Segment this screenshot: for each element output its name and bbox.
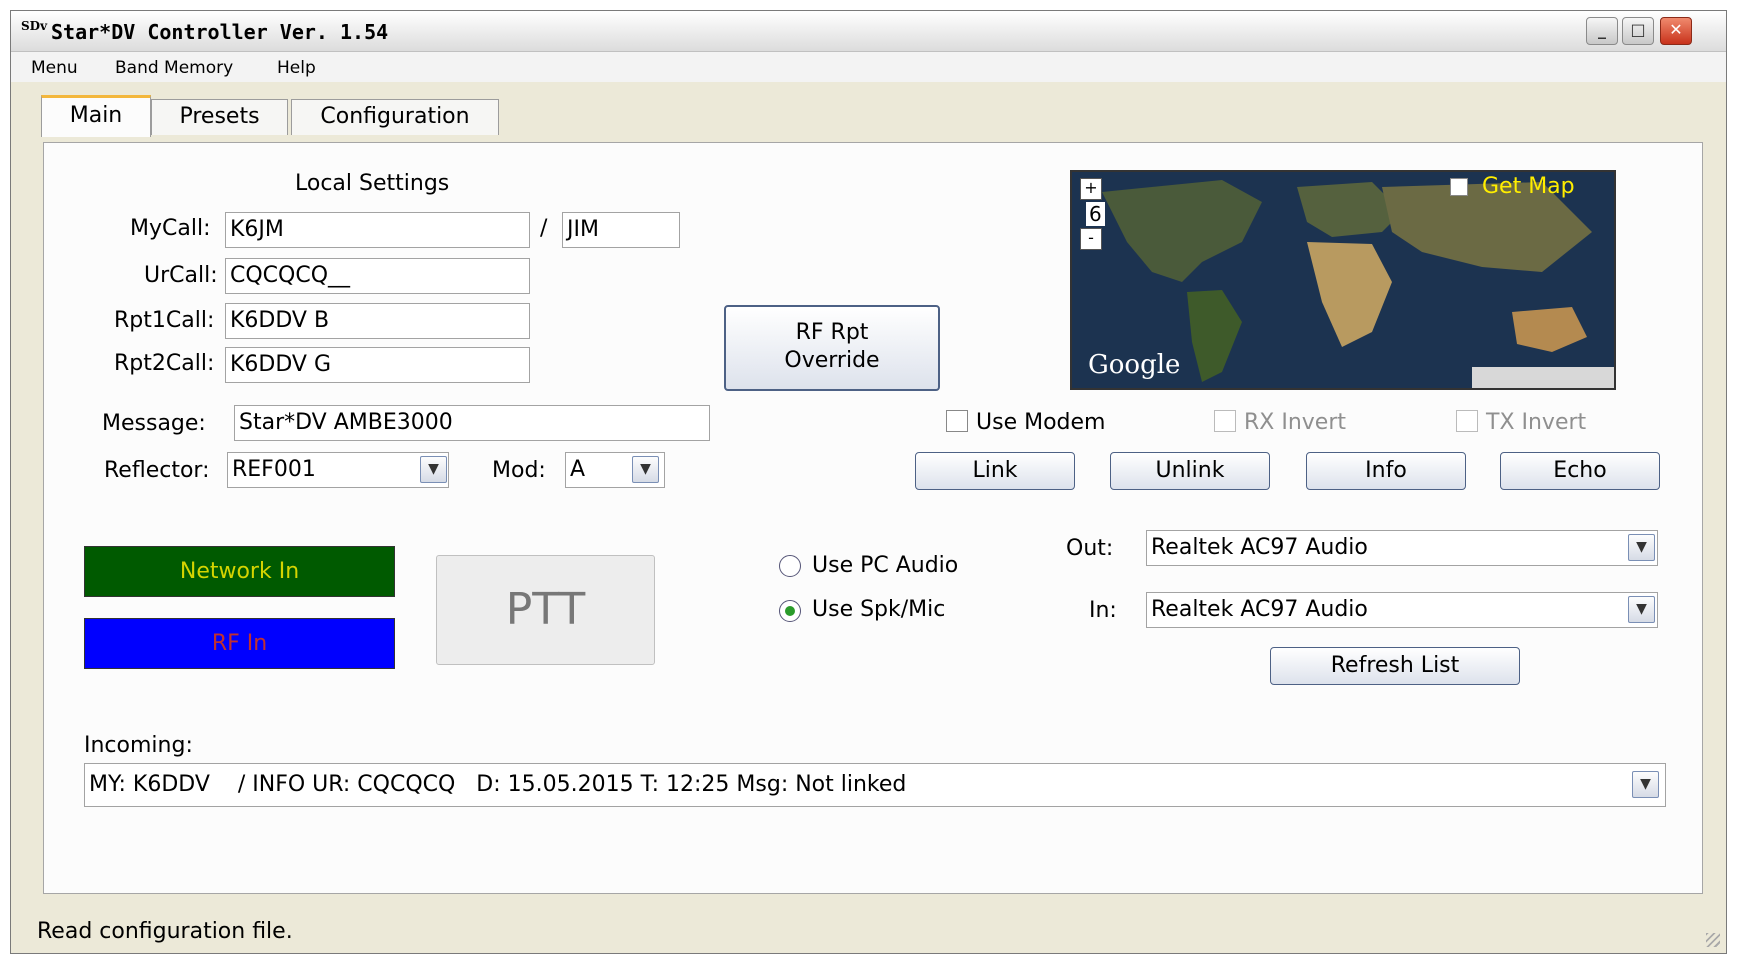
local-settings-heading: Local Settings [295, 171, 450, 196]
rf-rpt-override-line1: RF Rpt [795, 320, 869, 345]
mycall-label: MyCall: [130, 216, 211, 241]
message-input[interactable]: Star*DV AMBE3000 [234, 405, 710, 441]
rf-rpt-override-button[interactable]: RF Rpt Override [724, 305, 940, 391]
main-panel: Local Settings MyCall: K6JM / JIM UrCall… [43, 142, 1703, 894]
close-button[interactable]: ✕ [1660, 17, 1692, 45]
incoming-dropdown-icon[interactable]: ▼ [1632, 771, 1659, 798]
get-map-checkbox[interactable] [1450, 178, 1468, 196]
get-map-label: Get Map [1482, 174, 1575, 199]
mod-label: Mod: [492, 458, 546, 483]
zoom-out-button[interactable]: - [1080, 228, 1102, 250]
maximize-button[interactable]: □ [1622, 17, 1654, 45]
minimize-icon: _ [1598, 20, 1606, 39]
maximize-icon: □ [1630, 20, 1646, 39]
window-title: Star*DV Controller Ver. 1.54 [51, 20, 389, 44]
mycall-slash: / [540, 216, 548, 241]
menu-bar: Menu Band Memory Help [11, 52, 1726, 82]
use-modem-checkbox[interactable] [946, 410, 968, 432]
zoom-level: 6 [1086, 202, 1105, 226]
rpt2call-label: Rpt2Call: [114, 351, 215, 376]
app-window: SDv Star*DV Controller Ver. 1.54 _ □ ✕ M… [10, 10, 1727, 954]
audio-out-dropdown-icon[interactable]: ▼ [1628, 534, 1655, 561]
minimize-button[interactable]: _ [1586, 17, 1618, 45]
audio-in-select[interactable]: Realtek AC97 Audio [1146, 592, 1658, 628]
map-attribution-strip [1472, 367, 1614, 388]
audio-out-label: Out: [1066, 536, 1114, 561]
rx-invert-checkbox[interactable] [1214, 410, 1236, 432]
use-pc-audio-radio[interactable] [779, 555, 801, 577]
status-bar-text: Read configuration file. [37, 919, 293, 944]
info-button[interactable]: Info [1306, 452, 1466, 490]
urcall-input[interactable]: CQCQCQ__ [225, 258, 530, 294]
radio-selected-dot [785, 606, 795, 616]
menu-band-memory[interactable]: Band Memory [115, 58, 233, 78]
reflector-label: Reflector: [104, 458, 210, 483]
use-modem-label: Use Modem [976, 410, 1106, 435]
echo-button[interactable]: Echo [1500, 452, 1660, 490]
rpt2call-input[interactable]: K6DDV G [225, 347, 530, 383]
rpt1call-input[interactable]: K6DDV B [225, 303, 530, 339]
google-logo: Google [1088, 350, 1181, 380]
app-icon: SDv [21, 19, 48, 33]
ptt-button[interactable]: PTT [436, 555, 655, 665]
unlink-button[interactable]: Unlink [1110, 452, 1270, 490]
resize-grip-icon[interactable] [1706, 933, 1720, 947]
mycall-input[interactable]: K6JM [225, 212, 530, 248]
rf-rpt-override-line2: Override [784, 348, 880, 373]
message-label: Message: [102, 411, 206, 436]
link-button[interactable]: Link [915, 452, 1075, 490]
tx-invert-checkbox[interactable] [1456, 410, 1478, 432]
reflector-select[interactable]: REF001 [227, 452, 449, 488]
tab-configuration[interactable]: Configuration [291, 99, 499, 135]
audio-in-label: In: [1089, 598, 1117, 623]
title-bar[interactable]: SDv Star*DV Controller Ver. 1.54 _ □ ✕ [11, 11, 1726, 52]
reflector-dropdown-icon[interactable]: ▼ [420, 456, 447, 483]
rf-in-indicator: RF In [84, 618, 395, 669]
rpt1call-label: Rpt1Call: [114, 308, 215, 333]
use-spk-mic-label: Use Spk/Mic [812, 597, 946, 622]
urcall-label: UrCall: [144, 263, 218, 288]
tab-presets[interactable]: Presets [151, 99, 288, 135]
rx-invert-label: RX Invert [1244, 410, 1347, 435]
audio-out-select[interactable]: Realtek AC97 Audio [1146, 530, 1658, 566]
mycall-suffix-input[interactable]: JIM [562, 212, 680, 248]
use-pc-audio-label: Use PC Audio [812, 553, 959, 578]
use-spk-mic-radio[interactable] [779, 600, 801, 622]
tab-main[interactable]: Main [41, 95, 151, 137]
menu-menu[interactable]: Menu [31, 58, 78, 78]
incoming-select[interactable]: MY: K6DDV / INFO UR: CQCQCQ D: 15.05.201… [84, 763, 1666, 807]
mod-dropdown-icon[interactable]: ▼ [632, 456, 659, 483]
menu-help[interactable]: Help [277, 58, 316, 78]
audio-in-dropdown-icon[interactable]: ▼ [1628, 596, 1655, 623]
refresh-list-button[interactable]: Refresh List [1270, 647, 1520, 685]
network-in-indicator: Network In [84, 546, 395, 597]
tx-invert-label: TX Invert [1486, 410, 1587, 435]
close-icon: ✕ [1669, 20, 1683, 39]
map-view[interactable]: + 6 - Get Map Google [1070, 170, 1616, 390]
incoming-label: Incoming: [84, 733, 193, 758]
zoom-in-button[interactable]: + [1080, 178, 1102, 200]
